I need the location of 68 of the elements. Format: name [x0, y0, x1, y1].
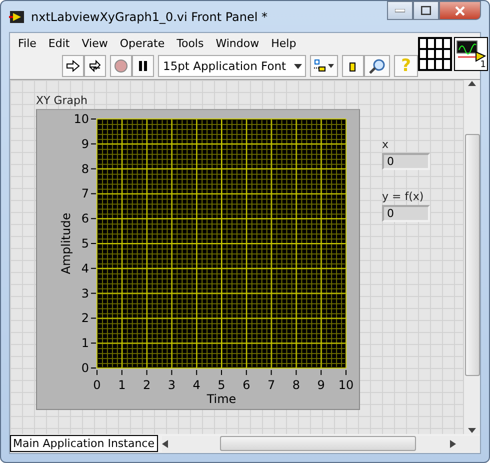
run-button[interactable]	[62, 55, 84, 77]
search-icon	[367, 58, 387, 74]
caret-icon	[291, 61, 305, 71]
scroll-left-icon	[162, 440, 168, 448]
search-button[interactable]	[364, 55, 390, 77]
graph-label: XY Graph	[36, 94, 88, 107]
font-dropdown[interactable]: 15pt Application Font	[158, 55, 306, 77]
application-instance: Main Application Instance	[10, 435, 158, 452]
align-icon	[313, 59, 335, 73]
minimize-icon	[395, 8, 405, 12]
loop-arrows-icon	[88, 59, 102, 73]
x-tick-label: 5	[218, 378, 226, 392]
pause-button[interactable]	[132, 55, 154, 77]
y-tick-label: 10	[74, 112, 89, 126]
maximize-icon	[421, 6, 431, 15]
x-tick-label: 4	[192, 378, 200, 392]
window-title: nxtLabviewXyGraph1_0.vi Front Panel *	[31, 10, 269, 24]
x-tick-label: 1	[118, 378, 126, 392]
menu-item[interactable]: Operate	[114, 36, 171, 50]
menu-item[interactable]: Window	[210, 36, 266, 50]
menu-item[interactable]: Help	[265, 36, 302, 50]
x-tick-label: 8	[292, 378, 300, 392]
maximize-button[interactable]	[413, 1, 439, 20]
vi-icon	[9, 8, 25, 24]
indicator-label: x	[382, 138, 390, 151]
y-tick-label: 6	[81, 212, 89, 226]
numeric-indicator: 0	[382, 153, 430, 170]
x-tick-label: 10	[338, 378, 354, 392]
arrow-icon	[66, 60, 80, 72]
menu-item[interactable]: Edit	[42, 36, 76, 50]
terminal-number: 1	[480, 60, 486, 70]
minimize-button[interactable]	[387, 1, 413, 20]
scrollbar-thumb[interactable]	[464, 134, 480, 376]
x-tick-label: 9	[317, 378, 325, 392]
vi-icon-panel[interactable]: 1	[454, 37, 488, 71]
menu-item[interactable]: View	[76, 36, 114, 50]
y-tick-label: 0	[81, 361, 89, 375]
y-tick-label: 1	[81, 336, 89, 350]
menu-item[interactable]: File	[12, 36, 42, 50]
menu-item[interactable]: Tools	[170, 36, 210, 50]
x-axis-title: Time	[206, 392, 236, 406]
x-tick-label: 7	[267, 378, 276, 392]
numeric-indicator: 0	[382, 205, 430, 222]
x-tick-label: 6	[242, 378, 250, 392]
x-tick-label: 2	[142, 378, 151, 392]
close-icon	[455, 6, 465, 16]
y-tick-label: 9	[81, 136, 89, 151]
scrollbar-thumb[interactable]	[220, 436, 416, 451]
reorder-button[interactable]	[342, 55, 364, 77]
scroll-right-icon	[450, 440, 456, 448]
y-axis-title: Amplitude	[59, 212, 73, 274]
y-tick-label: 8	[81, 162, 89, 176]
graph-icon	[456, 40, 486, 62]
stop-icon	[114, 59, 128, 73]
pause-icon	[138, 60, 148, 72]
scroll-up-icon	[468, 80, 476, 86]
indicator-label: y = f(x)	[382, 190, 425, 203]
y-tick-label: 7	[81, 186, 89, 201]
connector-pane[interactable]	[418, 37, 452, 71]
close-button[interactable]	[439, 1, 481, 20]
y-tick-label: 3	[81, 286, 89, 300]
y-tick-label: 4	[81, 261, 89, 276]
x-tick-label: 0	[93, 378, 101, 392]
align-objects-button[interactable]	[310, 55, 338, 77]
run-continuously-button[interactable]	[84, 55, 106, 77]
y-tick-label: 5	[81, 236, 89, 250]
y-tick-label: 2	[81, 311, 89, 326]
x-tick-label: 3	[168, 378, 176, 392]
